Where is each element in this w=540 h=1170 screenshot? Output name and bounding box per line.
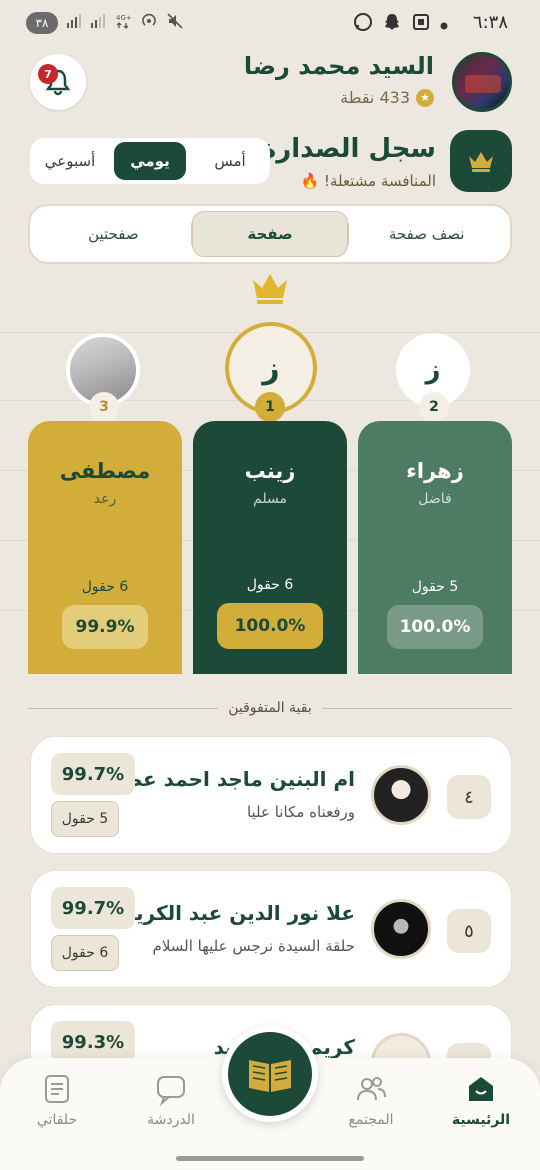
filter-yesterday[interactable]: أمس [194, 142, 266, 180]
podium-circle: رعد [93, 491, 117, 507]
people-icon [354, 1072, 388, 1106]
rank-badge-third: 3 [89, 392, 119, 422]
quran-book-icon [249, 1060, 291, 1092]
nav-home-label: الرئيسية [451, 1112, 511, 1128]
nav-chat[interactable]: الدردشة [126, 1072, 216, 1128]
divider [321, 707, 512, 709]
podium-column-third[interactable]: مصطفى رعد 6 حقول 99.9% [28, 421, 182, 674]
signal-icon [66, 13, 82, 33]
podium-fields: 6 حقول [246, 577, 294, 593]
star-coin-icon: ★ [416, 88, 434, 107]
member-circle: ورفعناه مكانا عليا [246, 803, 355, 821]
points-label: 433 نقطة [340, 88, 410, 107]
list-item[interactable]: ٤ ام البنين ماجد احمد عطية ورفعناه مكانا… [30, 736, 512, 854]
nav-my-circles-label: حلقاتي [36, 1112, 78, 1128]
nav-home[interactable]: الرئيسية [436, 1072, 526, 1128]
system-icons: ٣٨ 4G+ [26, 12, 184, 34]
chat-icon [154, 1072, 188, 1106]
rank-number: ٥ [447, 909, 491, 953]
user-points: ★ 433 نقطة [340, 88, 434, 107]
hotspot-icon [140, 12, 158, 34]
leaderboard-crown-icon [450, 130, 512, 192]
podium-circle: فاضل [418, 491, 452, 507]
amount-filter: نصف صفحة صفحة صفحتين [28, 204, 512, 264]
podium-fields: 6 حقول [81, 579, 129, 595]
list-item[interactable]: ٥ علا نور الدين عبد الكريم ... حلقة السي… [30, 870, 512, 988]
divider [28, 707, 219, 709]
member-percent: 99.7% [51, 887, 135, 929]
member-circle: حلقة السيدة نرجس عليها السلام [152, 937, 355, 955]
member-name: ام البنين ماجد احمد عطية [103, 767, 355, 791]
filter-two-pages[interactable]: صفحتين [36, 211, 191, 257]
network-4g-icon: 4G+ [114, 12, 132, 34]
whatsapp-icon [353, 12, 373, 36]
nav-my-circles[interactable]: حلقاتي [12, 1072, 102, 1128]
leaderboard-title: سجل الصدارة [260, 134, 436, 164]
nav-community-label: المجتمع [348, 1112, 394, 1128]
podium-column-second[interactable]: زهراء فاضل 5 حقول 100.0% [358, 421, 512, 674]
mute-icon [166, 12, 184, 34]
podium-circle: مسلم [253, 491, 287, 507]
nav-community[interactable]: المجتمع [326, 1072, 416, 1128]
battery-indicator: ٣٨ [26, 12, 58, 34]
leaderboard-subtitle: المنافسة مشتعلة! 🔥 [300, 172, 436, 190]
crown-icon [250, 270, 290, 310]
screenshot-icon [411, 12, 431, 36]
quran-button[interactable] [222, 1026, 318, 1122]
status-bar: ٦:٣٨ ٣٨ 4G+ [0, 0, 540, 50]
podium-fields: 5 حقول [411, 579, 459, 595]
user-avatar[interactable] [452, 52, 512, 112]
nav-chat-label: الدردشة [147, 1112, 195, 1128]
filter-one-page[interactable]: صفحة [191, 211, 349, 257]
svg-text:4G+: 4G+ [116, 14, 132, 22]
podium-column-first[interactable]: زينب مسلم 6 حقول 100.0% [193, 421, 347, 674]
status-time: ٦:٣٨ [472, 12, 508, 33]
member-fields: 5 حقول [51, 801, 119, 837]
filter-weekly[interactable]: أسبوعي [34, 142, 106, 180]
rest-section-label: بقية المتفوقين [28, 698, 512, 718]
day-filter: أمس يومي أسبوعي [30, 138, 270, 184]
notebook-icon [40, 1072, 74, 1106]
home-indicator[interactable] [176, 1156, 364, 1161]
member-avatar [371, 765, 431, 825]
rank-badge-first: 1 [255, 392, 285, 422]
filter-daily[interactable]: يومي [114, 142, 186, 180]
notification-icons [353, 12, 448, 36]
rest-label: بقية المتفوقين [228, 700, 312, 716]
member-percent: 99.3% [51, 1021, 135, 1063]
podium-percent: 100.0% [217, 603, 323, 649]
rank-number: ٤ [447, 775, 491, 819]
snapchat-icon [382, 12, 402, 36]
signal-icon-2 [90, 13, 106, 33]
home-icon [464, 1072, 498, 1106]
notifications-button[interactable]: 7 [30, 54, 86, 110]
podium-percent: 99.9% [62, 605, 148, 649]
podium-name: مصطفى [59, 459, 151, 483]
notification-badge: 7 [38, 64, 58, 84]
rank-badge-second: 2 [419, 392, 449, 422]
podium-percent: 100.0% [387, 605, 483, 649]
member-percent: 99.7% [51, 753, 135, 795]
dot-icon [440, 15, 448, 34]
podium-name: زهراء [406, 459, 464, 483]
user-name: السيد محمد رضا [243, 52, 434, 80]
member-avatar [371, 899, 431, 959]
filter-half-page[interactable]: نصف صفحة [349, 211, 504, 257]
member-fields: 6 حقول [51, 935, 119, 971]
podium-name: زينب [244, 459, 296, 483]
